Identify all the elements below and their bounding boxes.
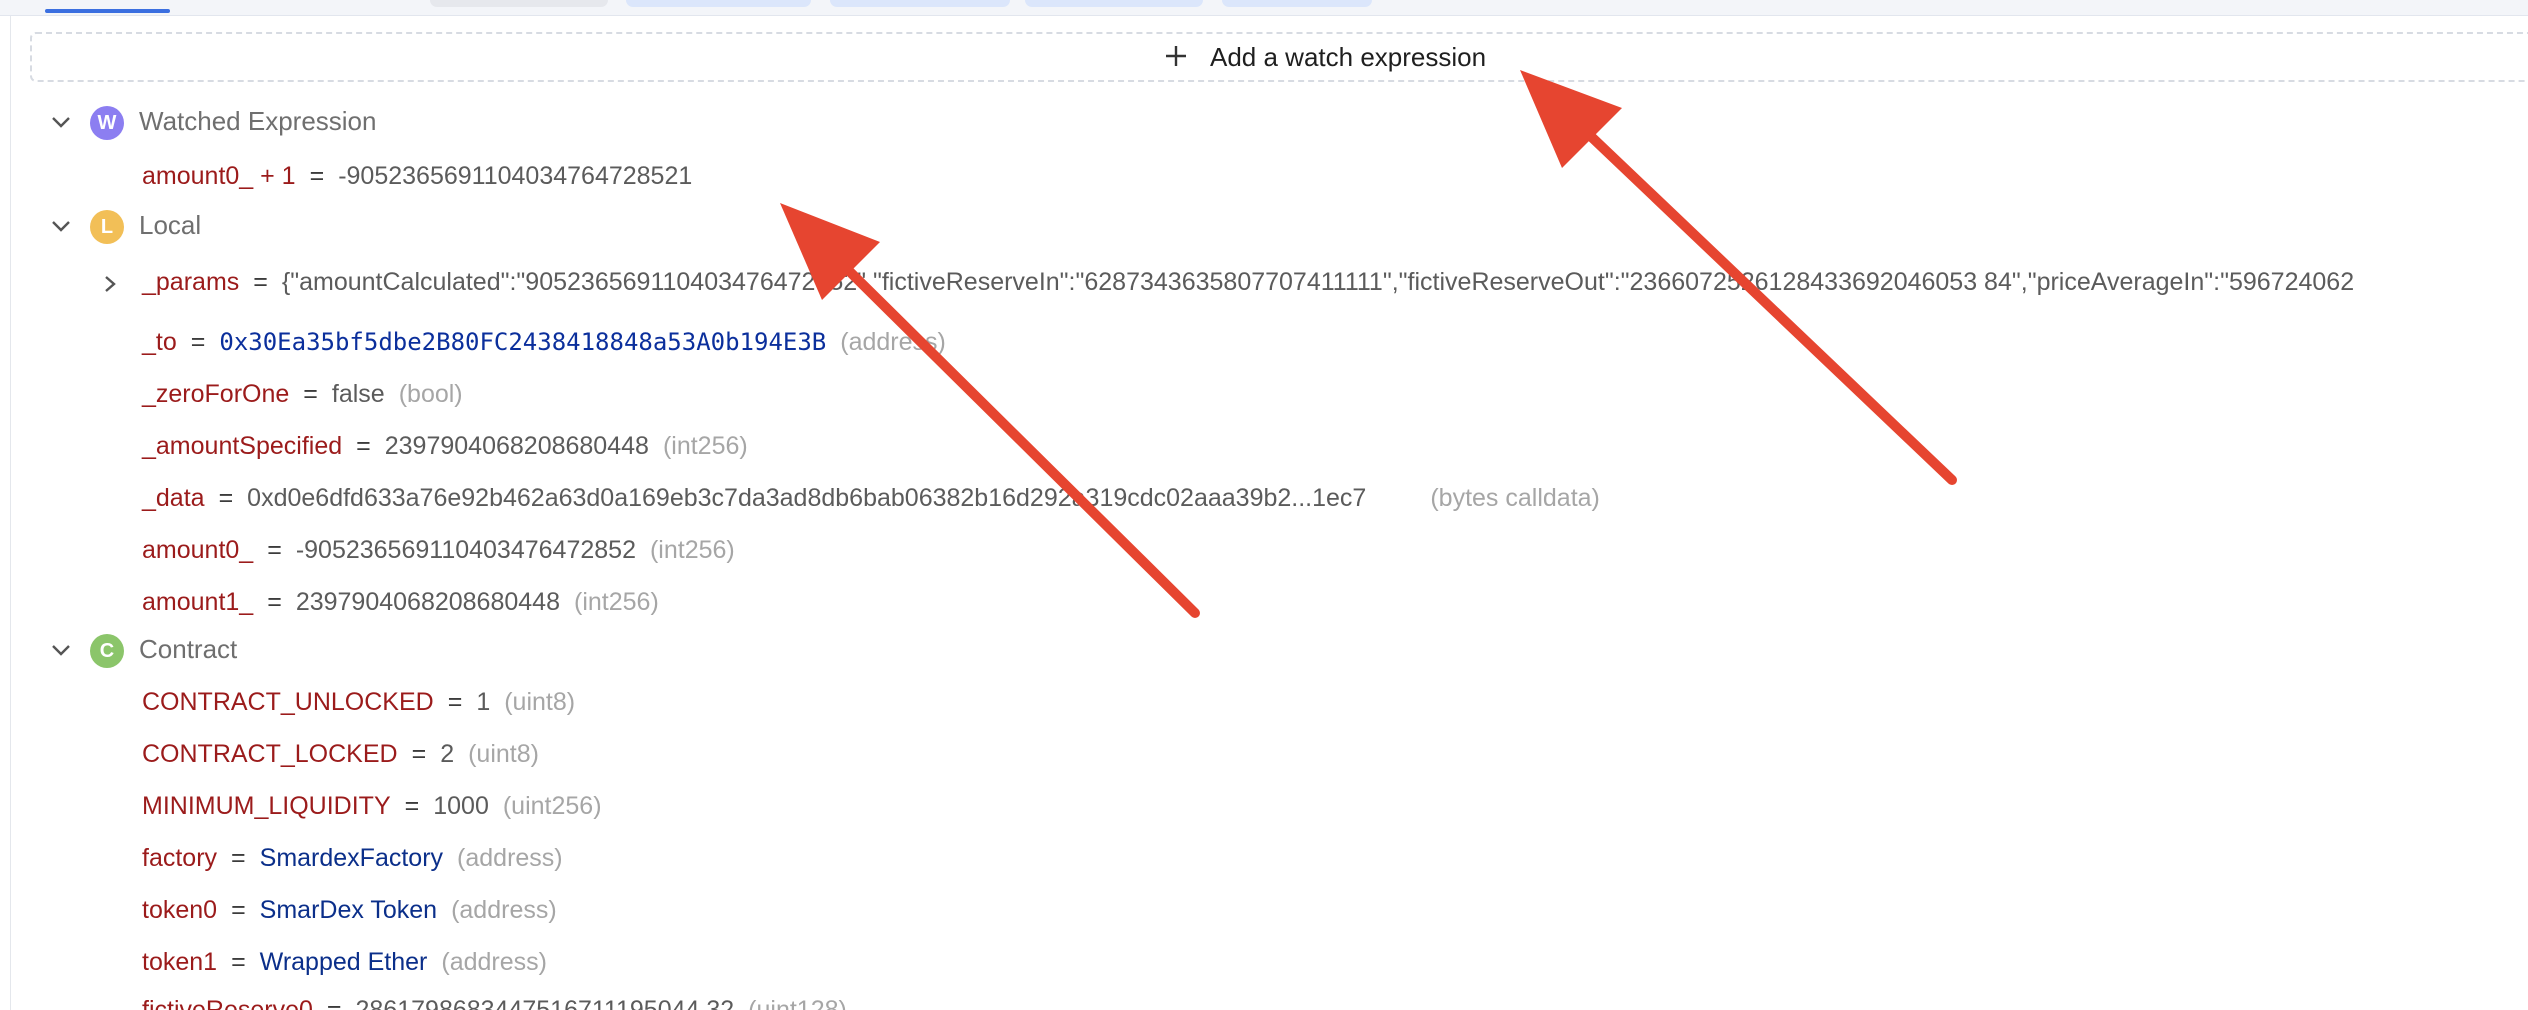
variable-value: false (331, 380, 385, 408)
variable-row[interactable]: CONTRACT_LOCKED = 2 (uint8) (142, 734, 539, 774)
variable-value: 2 (440, 740, 455, 768)
equals-sign: = (190, 328, 206, 356)
variable-row[interactable]: _zeroForOne = false (bool) (142, 374, 463, 414)
variable-name: amount1_ (142, 588, 254, 616)
variable-type: (uint8) (468, 740, 539, 768)
watch-expression-name: amount0_ + 1 (142, 162, 296, 190)
variable-row[interactable]: fictiveReserve0 = 286179868344751671119504… (142, 990, 847, 1010)
equals-sign: = (267, 588, 282, 616)
variable-row[interactable]: amount0_ = -905236569110403476472852 (int25… (142, 530, 735, 570)
variable-name: fictiveReserve0 (142, 996, 313, 1010)
watch-expression-value: -9052365691104034764728521 (338, 162, 693, 190)
tab[interactable] (626, 0, 811, 7)
variable-name: _zeroForOne (142, 380, 290, 408)
plus-icon (1166, 46, 1186, 66)
variable-name: _params (142, 268, 240, 296)
chevron-down-icon[interactable] (50, 218, 72, 234)
panel-divider (10, 16, 11, 1010)
watched-expression-row[interactable]: amount0_ + 1 = -9052365691104034764728521 (142, 156, 692, 196)
variable-type: (uint8) (504, 688, 576, 716)
variable-type: (bytes calldata) (1430, 484, 1600, 512)
contract-badge-icon: C (90, 634, 124, 668)
variable-name: CONTRACT_LOCKED (142, 740, 398, 768)
variable-name: token1 (142, 948, 218, 976)
section-watched-expression[interactable]: W Watched Expression (0, 102, 2528, 142)
variable-row[interactable]: _data = 0xd0e6dfd633a76e92b462a63d0a169eb3… (142, 478, 1600, 518)
variable-type: (uint128) (748, 996, 847, 1010)
tab[interactable] (830, 0, 1010, 7)
chevron-down-icon[interactable] (50, 642, 72, 658)
tab[interactable] (1222, 0, 1372, 7)
equals-sign: = (447, 688, 463, 716)
equals-sign: = (253, 268, 268, 296)
variable-row[interactable]: amount1_ = 2397904068208680448 (int256) (142, 582, 659, 622)
add-watch-expression-button[interactable]: Add a watch expression (30, 32, 2528, 82)
variable-value: -905236569110403476472852 (295, 536, 636, 564)
add-watch-label: Add a watch expression (1210, 42, 1487, 72)
variable-name: _data (142, 484, 205, 512)
variable-name: MINIMUM_LIQUIDITY (142, 792, 391, 820)
equals-sign: = (231, 844, 246, 872)
tab[interactable] (430, 0, 608, 7)
equals-sign: = (303, 380, 318, 408)
variable-value: 2397904068208680448 (384, 432, 649, 460)
debugger-variables-panel: Add a watch expression W Watched Express… (0, 0, 2528, 1010)
local-badge-icon: L (90, 210, 124, 244)
active-tab-indicator (45, 9, 170, 13)
equals-sign: = (218, 484, 234, 512)
variable-type: (bool) (398, 380, 463, 408)
variable-type: (address) (457, 844, 563, 872)
equals-sign: = (326, 996, 342, 1010)
section-title: Contract (139, 634, 238, 664)
section-contract[interactable]: C Contract (0, 630, 2528, 670)
equals-sign: = (231, 896, 246, 924)
section-title: Watched Expression (139, 106, 377, 136)
section-local[interactable]: L Local (0, 206, 2528, 246)
variable-value: 2861798683447516711195044 32 (355, 996, 735, 1010)
variable-type: (uint256) (502, 792, 602, 820)
equals-sign: = (231, 948, 246, 976)
variable-type: (address) (451, 896, 557, 924)
watch-badge-icon: W (90, 106, 124, 140)
variable-type: (address) (441, 948, 547, 976)
variable-name: factory (142, 844, 218, 872)
equals-sign: = (309, 162, 325, 190)
variable-row[interactable]: _params = {"amountCalculated":"90523656911… (105, 262, 2355, 302)
variable-name: CONTRACT_UNLOCKED (142, 688, 434, 716)
variable-type: (int256) (662, 432, 748, 460)
variable-name: token0 (142, 896, 218, 924)
variable-name: _amountSpecified (142, 432, 343, 460)
equals-sign: = (267, 536, 282, 564)
variable-name: _to (142, 328, 177, 356)
variable-type: (int256) (574, 588, 659, 616)
variable-row[interactable]: _amountSpecified = 2397904068208680448 (int… (142, 426, 748, 466)
variable-value: 2397904068208680448 (295, 588, 560, 616)
equals-sign: = (411, 740, 427, 768)
variable-value: {"amountCalculated":"9052365691104034764… (281, 268, 2355, 296)
equals-sign: = (404, 792, 420, 820)
equals-sign: = (356, 432, 371, 460)
section-title: Local (139, 210, 202, 240)
variable-type: (int256) (649, 536, 735, 564)
chevron-right-icon[interactable] (102, 274, 118, 294)
variable-row[interactable]: CONTRACT_UNLOCKED = 1 (uint8) (142, 682, 575, 722)
variable-value: 1 (476, 688, 491, 716)
variable-row[interactable]: token1 = Wrapped Ether (address) (142, 942, 547, 982)
variable-value: 0xd0e6dfd633a76e92b462a63d0a169eb3c7da3a… (247, 484, 1367, 512)
chevron-down-icon[interactable] (50, 114, 72, 130)
variable-row[interactable]: _to = 0x30Ea35bf5dbe2B80FC2438418848a53A0b… (142, 322, 946, 362)
variable-value[interactable]: Wrapped Ether (260, 948, 428, 976)
tab[interactable] (1025, 0, 1203, 7)
variable-value: 1000 (433, 792, 489, 820)
variable-name: amount0_ (142, 536, 254, 564)
variable-row[interactable]: token0 = SmarDex Token (address) (142, 890, 557, 930)
variable-row[interactable]: MINIMUM_LIQUIDITY = 1000 (uint256) (142, 786, 602, 826)
variable-row[interactable]: factory = SmardexFactory (address) (142, 838, 563, 878)
variable-type: (address) (840, 328, 946, 356)
variable-value[interactable]: SmardexFactory (260, 844, 443, 872)
variable-value[interactable]: SmarDex Token (260, 896, 437, 924)
variable-value: 0x30Ea35bf5dbe2B80FC2438418848a53A0b194E… (219, 328, 827, 356)
tab-strip (0, 0, 2528, 16)
